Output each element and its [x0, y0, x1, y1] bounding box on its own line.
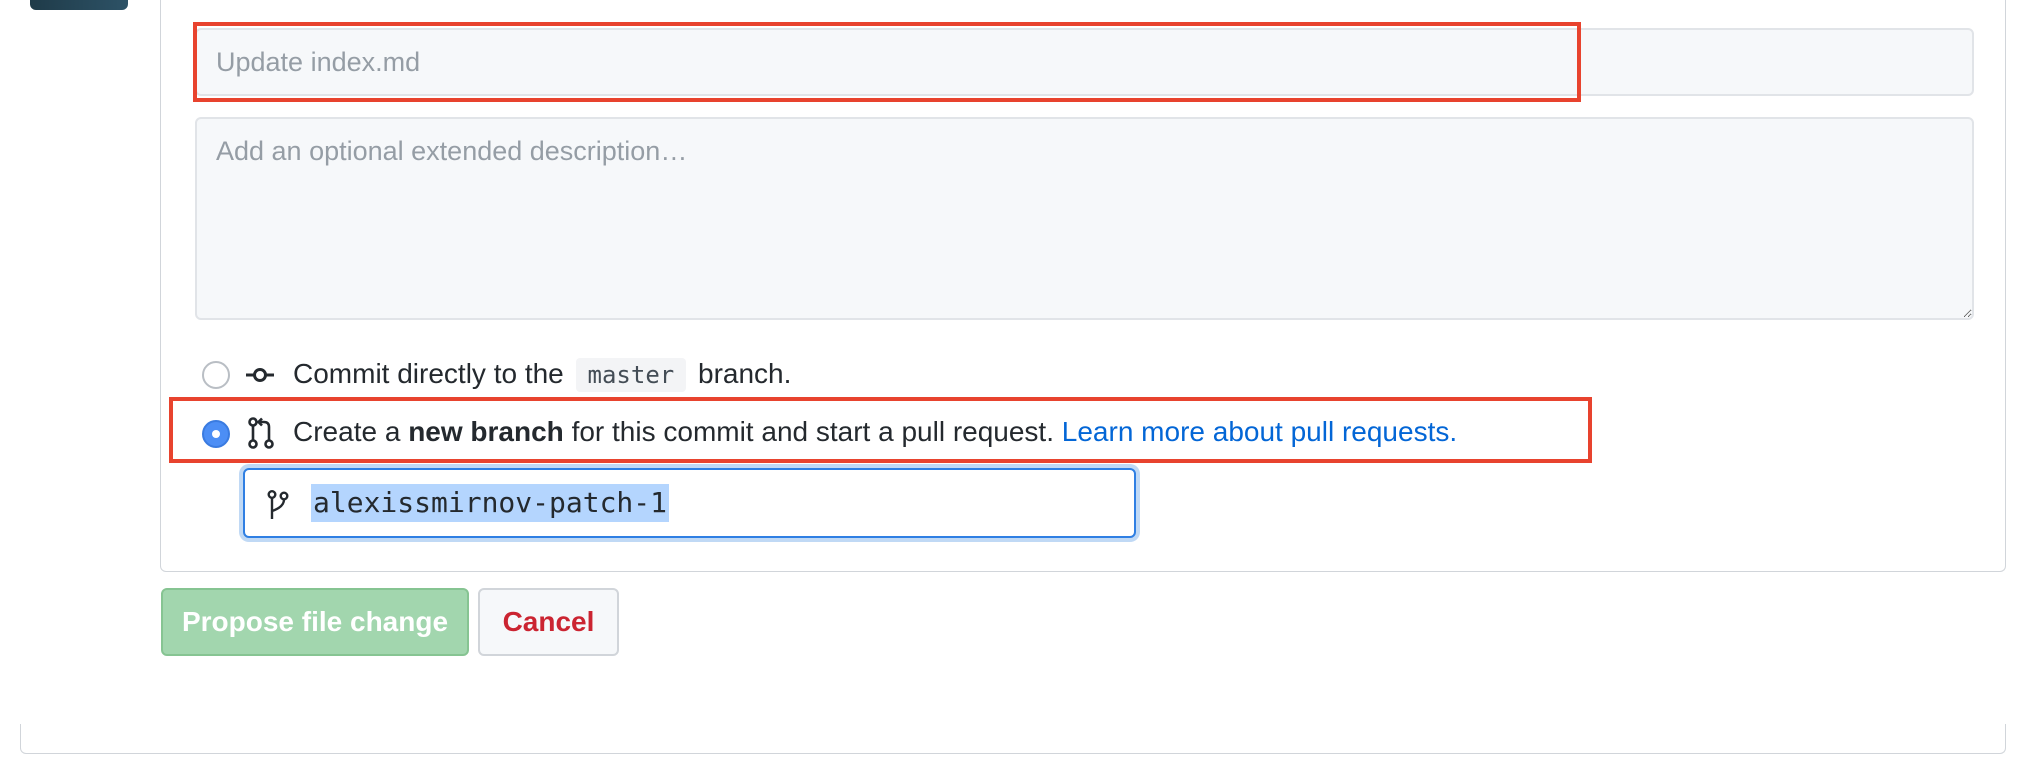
new-branch-text-after: for this commit and start a pull request… [571, 416, 1054, 447]
git-commit-icon [246, 363, 274, 392]
editor-container-bottom-edge [20, 724, 2006, 754]
avatar [30, 0, 128, 10]
new-branch-text-before: Create a [293, 416, 401, 447]
git-branch-icon [267, 490, 289, 525]
commit-directly-text: Commit directly to the [293, 358, 564, 389]
learn-more-pull-requests-link[interactable]: Learn more about pull requests. [1062, 416, 1457, 447]
cancel-button[interactable]: Cancel [478, 588, 619, 656]
commit-summary-input[interactable] [195, 28, 1974, 96]
branch-name-value[interactable]: alexissmirnov-patch-1 [311, 484, 670, 522]
commit-directly-branch-text: branch. [698, 358, 792, 389]
commit-directly-label: Commit directly to the master branch. [293, 356, 791, 392]
propose-file-change-button[interactable]: Propose file change [161, 588, 469, 656]
new-branch-radio[interactable] [202, 420, 230, 448]
master-branch-pill: master [575, 358, 687, 392]
git-pull-request-icon [248, 417, 274, 454]
commit-changes-page: Commit directly to the master branch. Cr… [0, 0, 2036, 774]
commit-description-textarea[interactable] [195, 117, 1974, 320]
new-branch-label: Create a new branch for this commit and … [293, 414, 1457, 450]
branch-name-input[interactable]: alexissmirnov-patch-1 [243, 468, 1136, 538]
commit-directly-radio[interactable] [202, 361, 230, 389]
new-branch-bold-text: new branch [408, 416, 564, 447]
